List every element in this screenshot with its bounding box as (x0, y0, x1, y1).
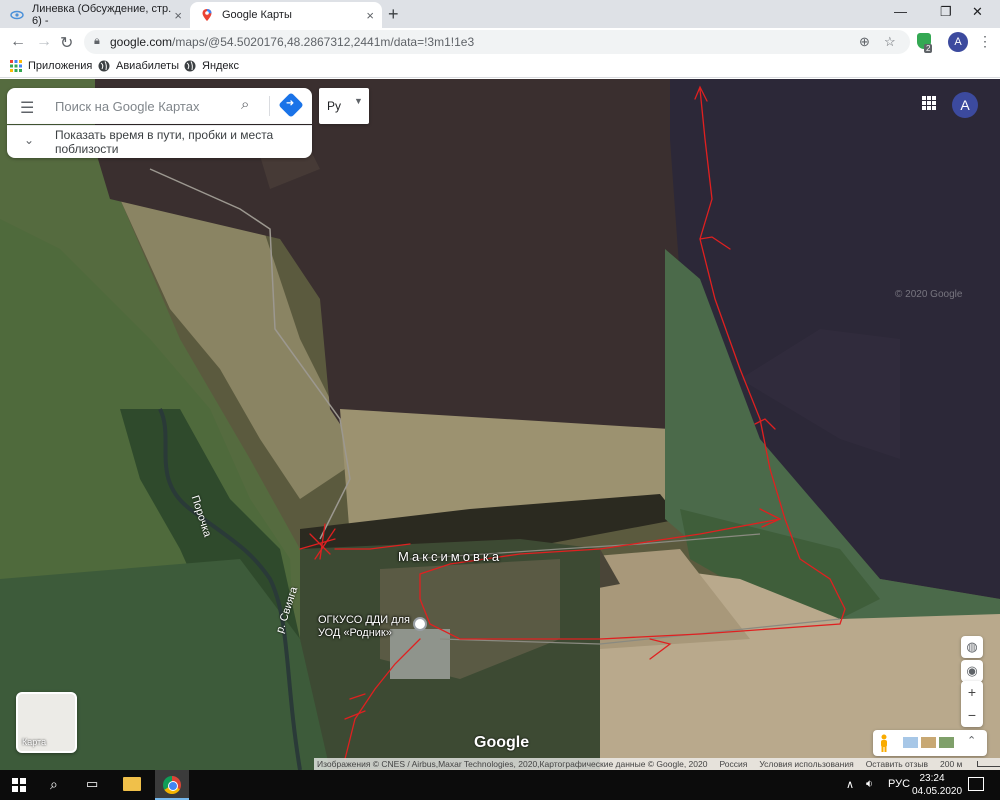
bookmark-star-icon[interactable]: ☆ (884, 34, 896, 50)
scale-bar (977, 761, 1000, 767)
taskbar-clock[interactable]: 23:24 04.05.2020 (912, 772, 963, 798)
bookmark-yandex[interactable]: Яндекс (184, 60, 239, 72)
pegman-icon[interactable] (879, 734, 889, 752)
browser-toolbar: ← → ↻ 🔒︎ google.com/maps/@54.5020176,48.… (0, 28, 1000, 56)
search-icon[interactable]: ⌕ (50, 776, 58, 793)
street-view-strip: ⌃ (873, 730, 987, 756)
account-avatar[interactable]: A (952, 92, 978, 118)
directions-icon[interactable]: ➜ (278, 92, 304, 118)
bookmark-aviabilety[interactable]: Авиабилеты (98, 60, 179, 72)
bookmark-label: Авиабилеты (116, 60, 180, 72)
file-explorer-icon[interactable] (123, 777, 141, 791)
close-icon[interactable]: × (366, 8, 374, 23)
place-label[interactable]: ОГКУСО ДДИ для УОД «Родник» (318, 614, 414, 640)
taskbar-chrome-button[interactable] (155, 770, 189, 800)
globe-icon (98, 60, 110, 72)
google-apps-icon[interactable] (922, 96, 936, 110)
more-menu-icon[interactable]: ⋮ (978, 33, 992, 50)
zoom-control: + − (961, 681, 983, 727)
windows-start-icon[interactable] (12, 778, 26, 792)
new-tab-button[interactable]: + (388, 4, 399, 25)
tab-title: Google Карты (222, 9, 292, 21)
task-view-icon[interactable]: ▭ (86, 776, 98, 792)
input-language[interactable]: РУС (888, 778, 910, 790)
layer-switch-button[interactable]: Карта (16, 692, 77, 753)
forward-icon[interactable]: → (36, 33, 52, 51)
chevron-down-icon: ⌄ (24, 133, 35, 147)
address-url[interactable]: google.com/maps/@54.5020176,48.2867312,2… (110, 35, 474, 49)
speaker-icon[interactable]: 🔉︎ (866, 778, 873, 791)
attribution-bar: Изображения © CNES / Airbus,Maxar Techno… (314, 758, 1000, 770)
minimize-icon[interactable]: — (894, 4, 907, 19)
place-pin-icon[interactable] (413, 617, 427, 631)
globe-icon (184, 60, 196, 72)
address-bar[interactable]: 🔒︎ google.com/maps/@54.5020176,48.286731… (84, 30, 910, 54)
tab-strip: Линевка (Обсуждение, стр. 6) - × Google … (0, 0, 1000, 28)
lock-icon: 🔒︎ (94, 35, 100, 47)
caret-down-icon: ▼ (354, 96, 363, 106)
photo-thumb-icon[interactable] (921, 737, 936, 748)
layer-switch-label: Карта (22, 737, 47, 747)
country-label: Россия (719, 759, 748, 769)
eye-icon (10, 8, 24, 22)
hamburger-menu-icon[interactable]: ☰ (20, 98, 34, 118)
chrome-icon (163, 776, 181, 794)
bookmark-apps[interactable]: Приложения (10, 60, 92, 72)
satellite-map[interactable]: ☰ ⌕ ➜ ⌄ Показать время в пути, пробки и … (0, 79, 1000, 770)
my-location-icon[interactable]: ◉ (961, 660, 983, 682)
close-window-icon[interactable]: ✕ (972, 4, 983, 20)
windows-taskbar: ⌕ ▭ ∧ 🔉︎ РУС 23:24 04.05.2020 (0, 770, 1000, 800)
scale-label[interactable]: 200 м (940, 759, 962, 769)
imagery-credit: Изображения © CNES / Airbus,Maxar Techno… (317, 759, 708, 769)
zoom-out-button[interactable]: − (961, 704, 983, 727)
extension-badge: 2 (924, 44, 933, 53)
close-icon[interactable]: × (174, 8, 182, 23)
map-search-input[interactable] (55, 96, 235, 116)
bookmark-label: Яндекс (202, 60, 239, 72)
satellite-imagery (0, 79, 1000, 770)
tray-chevron-icon[interactable]: ∧ (846, 778, 854, 791)
search-icon[interactable]: ⌕ (241, 96, 249, 113)
traffic-nearby-toggle[interactable]: ⌄ Показать время в пути, пробки и места … (7, 125, 312, 158)
notifications-icon[interactable] (968, 777, 984, 791)
restore-icon[interactable]: ❐ (940, 4, 952, 20)
bookmark-label: Приложения (28, 60, 93, 72)
tab-linevka[interactable]: Линевка (Обсуждение, стр. 6) - × (0, 2, 190, 28)
location-target-icon[interactable]: ⊕ (859, 34, 870, 50)
expand-up-icon[interactable]: ⌃ (967, 734, 976, 747)
photo-thumb-icon[interactable] (903, 737, 918, 748)
photo-thumb-icon[interactable] (939, 737, 954, 748)
tab-title: Линевка (Обсуждение, стр. 6) - (32, 3, 172, 27)
globe-view-icon[interactable]: ◍ (961, 636, 983, 658)
google-logo: Google (474, 734, 530, 751)
clock-date: 04.05.2020 (912, 786, 963, 797)
language-value: Ру (327, 99, 342, 113)
feedback-link[interactable]: Оставить отзыв (866, 759, 928, 769)
divider (269, 96, 270, 116)
reload-icon[interactable]: ↻ (60, 33, 73, 53)
traffic-toggle-label: Показать время в пути, пробки и места по… (55, 128, 274, 156)
imagery-watermark: © 2020 Google (895, 289, 963, 300)
language-select[interactable]: Ру ▼ (319, 88, 369, 124)
tab-google-maps[interactable]: Google Карты × (190, 2, 382, 28)
zoom-in-button[interactable]: + (961, 681, 983, 704)
bookmarks-bar: Приложения Авиабилеты Яндекс (0, 56, 1000, 78)
clock-time: 23:24 (919, 773, 945, 784)
browser-profile-avatar[interactable]: A (948, 32, 968, 52)
village-label[interactable]: Максимовка (398, 549, 502, 564)
map-search-box: ☰ ⌕ ➜ (7, 88, 312, 124)
back-icon[interactable]: ← (10, 33, 26, 51)
maps-pin-icon (200, 8, 214, 22)
apps-grid-icon (10, 60, 22, 72)
terms-link[interactable]: Условия использования (759, 759, 853, 769)
